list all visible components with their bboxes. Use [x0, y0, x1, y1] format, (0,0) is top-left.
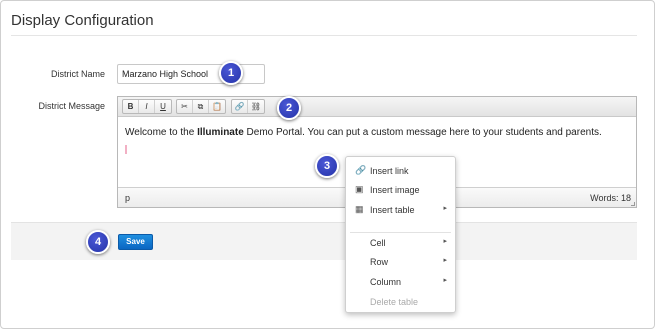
section-title: Display Configuration	[11, 12, 154, 29]
cut-icon[interactable]: ✂	[177, 100, 193, 113]
text-cursor	[125, 145, 127, 154]
format-button-group: B I U	[122, 99, 172, 114]
save-button[interactable]: Save	[118, 234, 153, 250]
menu-item-insert-image[interactable]: ▣ Insert image	[346, 182, 455, 198]
underline-button[interactable]: U	[155, 100, 171, 113]
message-text-bold: Illuminate	[197, 127, 244, 138]
link-button-group: 🔗 ⛓	[231, 99, 265, 114]
callout-badge-3: 3	[315, 154, 339, 178]
editor-toolbar: B I U ✂ ⧉ 📋 🔗 ⛓	[118, 97, 636, 117]
italic-button[interactable]: I	[139, 100, 155, 113]
menu-item-column[interactable]: Column ▸	[346, 274, 455, 290]
callout-badge-1: 1	[219, 61, 243, 85]
district-name-label: District Name	[50, 69, 105, 79]
editor-content[interactable]: Welcome to the Illuminate Demo Portal. Y…	[125, 127, 630, 138]
menu-item-label: Delete table	[370, 297, 419, 307]
table-icon: ▦	[355, 204, 364, 214]
element-path[interactable]: p	[125, 193, 130, 203]
menu-item-label: Insert table	[370, 205, 415, 215]
menu-item-label: Insert image	[370, 185, 420, 195]
menu-item-cell[interactable]: Cell ▸	[346, 235, 455, 251]
message-text-end: Demo Portal. You can put a custom messag…	[243, 127, 602, 138]
callout-badge-2: 2	[277, 96, 301, 120]
editor-context-menu: 🔗 Insert link ▣ Insert image ▦ Insert ta…	[345, 156, 456, 313]
link-icon: 🔗	[355, 165, 367, 175]
message-text-start: Welcome to the	[125, 127, 198, 138]
bold-button[interactable]: B	[123, 100, 139, 113]
title-divider	[11, 35, 637, 36]
copy-icon[interactable]: ⧉	[193, 100, 209, 113]
chevron-right-icon: ▸	[443, 257, 447, 264]
unlink-icon[interactable]: ⛓	[248, 100, 264, 113]
menu-item-label: Column	[370, 277, 402, 287]
link-icon[interactable]: 🔗	[232, 100, 248, 113]
menu-item-label: Cell	[370, 238, 386, 248]
chevron-right-icon: ▸	[443, 277, 447, 284]
menu-item-delete-table: Delete table	[346, 294, 455, 310]
callout-badge-4: 4	[86, 230, 110, 254]
resize-handle-icon[interactable]	[631, 202, 635, 206]
menu-item-insert-table[interactable]: ▦ Insert table ▸	[346, 202, 455, 218]
menu-item-label: Insert link	[370, 166, 409, 176]
district-message-label: District Message	[38, 101, 105, 111]
menu-item-row[interactable]: Row ▸	[346, 254, 455, 270]
menu-divider	[350, 232, 451, 233]
paste-icon[interactable]: 📋	[209, 100, 225, 113]
chevron-right-icon: ▸	[443, 205, 447, 212]
image-icon: ▣	[355, 184, 364, 194]
word-count: Words: 18	[590, 193, 631, 203]
chevron-right-icon: ▸	[443, 238, 447, 245]
menu-item-label: Row	[370, 257, 389, 267]
clipboard-button-group: ✂ ⧉ 📋	[176, 99, 226, 114]
menu-item-insert-link[interactable]: 🔗 Insert link	[346, 163, 455, 179]
